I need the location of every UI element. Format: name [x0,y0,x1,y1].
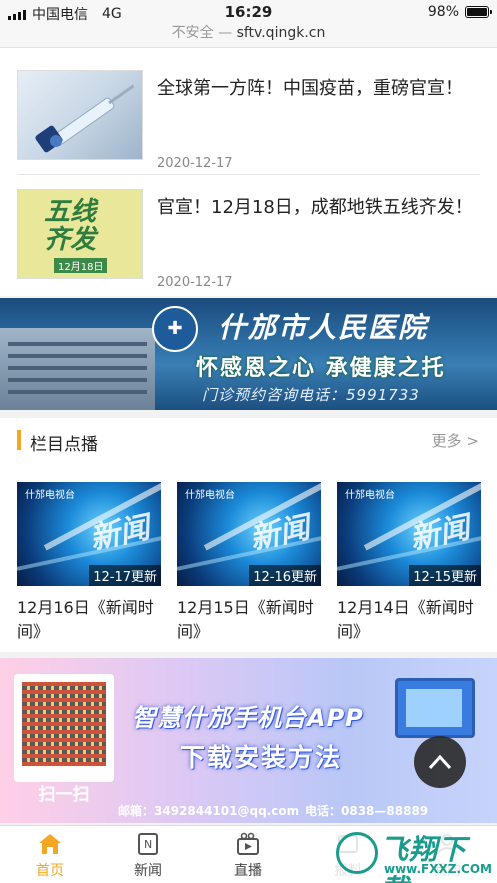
update-badge: 12-17更新 [89,565,161,586]
news-date: 2020-12-17 [157,156,233,171]
video-logo-text: 什邡电视台 [25,490,75,501]
tab-label: 新闻 [134,863,162,879]
news-thumbnail-vaccine [17,70,143,160]
news-date: 2020-12-17 [157,275,233,290]
svg-text:N: N [144,838,152,851]
home-icon [39,834,61,854]
video-card[interactable]: 什邡电视台 新闻 12-15更新 12月14日《新闻时间》 [337,482,481,644]
video-big-text: 新闻 [406,510,473,557]
video-card[interactable]: 什邡电视台 新闻 12-17更新 12月16日《新闻时间》 [17,482,161,644]
video-thumbnail: 什邡电视台 新闻 12-17更新 [17,482,161,586]
scroll-to-top-button[interactable] [414,736,466,788]
video-big-text: 新闻 [86,510,153,557]
tab-news[interactable]: N 新闻 [113,832,183,880]
qr-code-box [14,674,114,782]
news-item[interactable]: 全球第一方阵！中国疫苗，重磅官宣！ 2020-12-17 [17,70,480,188]
news-list: 全球第一方阵！中国疫苗，重磅官宣！ 2020-12-17 五线齐发 12月18日… [0,48,497,296]
thumb-text: 五线齐发 [44,197,97,255]
battery-icon [465,6,492,18]
app-download-banner[interactable]: 扫一扫 智慧什邡手机台APP 下载安装方法 邮箱：3492844101@qq.c… [0,658,497,823]
news-item[interactable]: 五线齐发 12月18日 官宣！12月18日，成都地铁五线齐发！ 2020-12-… [17,189,480,307]
update-badge: 12-16更新 [249,565,321,586]
section-title: 栏目点播 [30,435,98,455]
watermark-url: www.FXXZ.COM [384,862,492,876]
hospital-building-image [0,328,155,410]
status-right: 98% [427,4,492,20]
video-thumbnail: 什邡电视台 新闻 12-15更新 [337,482,481,586]
hospital-banner[interactable]: ✚ 什邡市人民医院 怀感恩之心 承健康之托 门诊预约咨询电话：5991733 [0,298,497,410]
app-banner-title: 智慧什邡手机台APP [132,704,364,732]
news-title[interactable]: 全球第一方阵！中国疫苗，重磅官宣！ [157,74,477,104]
battery-percent: 98% [427,4,459,20]
contact-phone: 电话：0838—88889 [305,804,429,818]
watermark: 飞翔下载 www.FXXZ.COM [332,826,492,883]
news-title[interactable]: 官宣！12月18日，成都地铁五线齐发！ [157,193,477,223]
video-logo-text: 什邡电视台 [345,490,395,501]
url-bar[interactable]: 不安全 — sftv.qingk.cn [0,22,497,48]
update-badge: 12-15更新 [409,565,481,586]
live-icon [237,832,259,855]
chevron-up-icon [428,754,452,770]
tab-live[interactable]: 直播 [213,832,283,880]
tab-label: 直播 [234,863,262,879]
qr-code-icon [22,682,106,766]
insecure-label: 不安全 — [171,25,233,41]
watermark-logo-icon [336,832,378,874]
hospital-name: 什邡市人民医院 [218,311,429,344]
hospital-slogan: 怀感恩之心 承健康之托 [196,356,446,381]
clock: 16:29 [224,3,273,21]
video-card[interactable]: 什邡电视台 新闻 12-16更新 12月15日《新闻时间》 [177,482,321,644]
url-domain: sftv.qingk.cn [236,25,326,41]
video-section: 栏目点播 更多 > 什邡电视台 新闻 12-17更新 12月16日《新闻时间》 … [0,418,497,652]
tab-label: 首页 [36,863,64,879]
tab-home[interactable]: 首页 [15,832,85,880]
news-thumbnail-metro: 五线齐发 12月18日 [17,189,143,279]
news-icon: N [138,833,158,855]
app-banner-subtitle: 下载安装方法 [180,743,343,772]
divider [17,174,480,175]
video-title[interactable]: 12月16日《新闻时间》 [17,596,167,644]
hospital-logo-icon: ✚ [152,306,198,352]
video-logo-text: 什邡电视台 [185,490,235,501]
thumb-subtext: 12月18日 [54,258,108,273]
section-accent-bar [17,430,21,450]
hospital-phone: 门诊预约咨询电话：5991733 [202,386,420,404]
qr-label: 扫一扫 [38,785,90,805]
monitor-illustration-icon [395,678,475,738]
syringe-icon [35,84,135,153]
video-title[interactable]: 12月15日《新闻时间》 [177,596,327,644]
video-title[interactable]: 12月14日《新闻时间》 [337,596,487,644]
more-link[interactable]: 更多 > [432,430,479,451]
contact-email: 邮箱：3492844101@qq.com [118,804,300,818]
video-big-text: 新闻 [246,510,313,557]
video-thumbnail: 什邡电视台 新闻 12-16更新 [177,482,321,586]
